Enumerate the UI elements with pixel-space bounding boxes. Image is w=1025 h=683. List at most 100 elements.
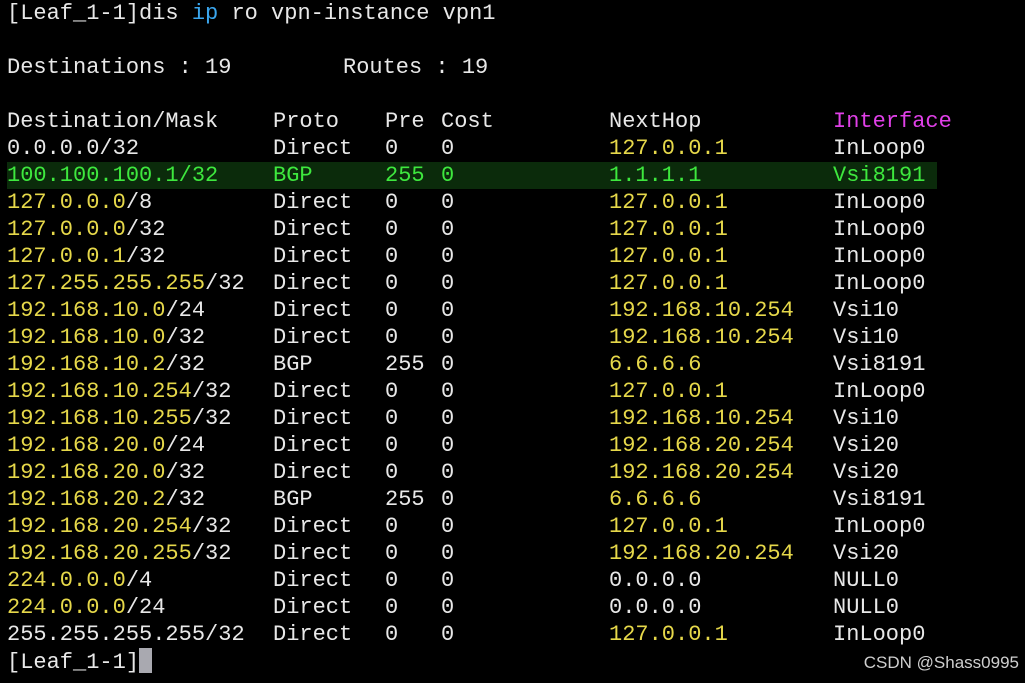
destination-ip: 224.0.0.0	[7, 595, 126, 620]
cost-cell: 0	[441, 406, 455, 431]
pre-cell: 0	[385, 433, 399, 458]
nexthop-cell: 192.168.20.254	[609, 541, 794, 566]
pre-cell: 0	[385, 460, 399, 485]
cost-cell: 0	[441, 244, 455, 269]
destination-cell: 224.0.0.0/4	[7, 567, 152, 594]
table-row: 192.168.10.0/24 Direct 0 0 192.168.10.254 Vsi…	[7, 297, 937, 324]
proto-cell: Direct	[273, 622, 353, 647]
destination-mask: /4	[125, 568, 153, 593]
proto-cell: Direct	[273, 460, 353, 485]
destination-mask: /32	[125, 244, 166, 269]
nexthop-cell: 6.6.6.6	[609, 487, 702, 512]
text-cursor	[139, 648, 153, 673]
table-row: 127.0.0.1/32 Direct 0 0 127.0.0.1 InLoop0	[7, 243, 937, 270]
destination-cell: 127.0.0.0/32	[7, 216, 165, 243]
destination-cell: 192.168.20.255/32	[7, 540, 231, 567]
proto-cell: Direct	[273, 433, 353, 458]
table-row: 192.168.10.255/32 Direct 0 0 192.168.10.254 V…	[7, 405, 937, 432]
destination-mask: /32	[191, 406, 232, 431]
interface-cell: InLoop0	[833, 622, 926, 647]
cost-cell: 0	[441, 217, 455, 242]
interface-cell: InLoop0	[833, 136, 926, 161]
interface-cell: InLoop0	[833, 514, 926, 539]
nexthop-cell: 127.0.0.1	[609, 244, 728, 269]
destination-cell: 192.168.20.254/32	[7, 513, 231, 540]
routes-count: Routes : 19	[343, 55, 489, 80]
destination-ip: 127.0.0.0	[7, 190, 126, 215]
pre-cell: 0	[385, 406, 399, 431]
table-row: 224.0.0.0/24 Direct 0 0 0.0.0.0 NULL0	[7, 594, 937, 621]
footer-prompt-line[interactable]: [Leaf_1-1]	[7, 648, 153, 675]
pre-cell: 0	[385, 514, 399, 539]
proto-cell: Direct	[273, 379, 353, 404]
interface-cell: NULL0	[833, 595, 900, 620]
header-interface: Interface	[833, 109, 952, 134]
table-row: 127.0.0.0/32 Direct 0 0 127.0.0.1 InLoop0	[7, 216, 937, 243]
destination-cell: 192.168.10.0/24	[7, 297, 205, 324]
destination-ip: 127.0.0.1	[7, 244, 126, 269]
destination-ip: 192.168.20.255	[7, 541, 192, 566]
destination-cell: 192.168.20.2/32	[7, 486, 205, 513]
destination-ip: 100.100.100.1	[7, 163, 179, 188]
proto-cell: Direct	[273, 541, 353, 566]
header-nexthop: NextHop	[609, 109, 702, 134]
cost-cell: 0	[441, 622, 455, 647]
destination-mask: /32	[205, 271, 245, 296]
destination-ip: 192.168.20.0	[7, 433, 166, 458]
watermark: CSDN @Shass0995	[863, 653, 1019, 672]
destination-ip: 192.168.20.2	[7, 487, 166, 512]
proto-cell: Direct	[273, 136, 353, 161]
destination-cell: 100.100.100.1/32	[7, 162, 218, 189]
nexthop-cell: 6.6.6.6	[609, 352, 702, 377]
destination-mask: /32	[165, 352, 206, 377]
nexthop-cell: 0.0.0.0	[609, 568, 702, 593]
destination-ip: 192.168.20.0	[7, 460, 166, 485]
nexthop-cell: 127.0.0.1	[609, 217, 728, 242]
pre-cell: 255	[385, 487, 425, 512]
cost-cell: 0	[441, 541, 455, 566]
nexthop-cell: 192.168.10.254	[609, 298, 794, 323]
interface-cell: Vsi10	[833, 406, 900, 431]
proto-cell: Direct	[273, 244, 353, 269]
cost-cell: 0	[441, 298, 455, 323]
proto-cell: Direct	[273, 190, 353, 215]
destination-ip: 192.168.10.255	[7, 406, 192, 431]
pre-cell: 0	[385, 298, 399, 323]
pre-cell: 255	[385, 352, 425, 377]
pre-cell: 0	[385, 244, 399, 269]
proto-cell: Direct	[273, 325, 353, 350]
interface-cell: NULL0	[833, 568, 900, 593]
pre-cell: 0	[385, 568, 399, 593]
nexthop-cell: 192.168.20.254	[609, 460, 794, 485]
header-pre: Pre	[385, 109, 425, 134]
cost-cell: 0	[441, 379, 455, 404]
interface-cell: Vsi8191	[833, 487, 926, 512]
interface-cell: InLoop0	[833, 190, 926, 215]
destination-ip: 192.168.10.0	[7, 325, 166, 350]
terminal-window[interactable]: [Leaf_1-1]dis ip ro vpn-instance vpn1 De…	[0, 0, 1025, 683]
interface-cell: Vsi8191	[833, 163, 926, 188]
interface-cell: Vsi20	[833, 541, 900, 566]
cost-cell: 0	[441, 352, 455, 377]
nexthop-cell: 127.0.0.1	[609, 271, 728, 296]
interface-cell: Vsi10	[833, 325, 900, 350]
table-row: 192.168.20.0/24 Direct 0 0 192.168.20.254 Vsi…	[7, 432, 937, 459]
header-cost: Cost	[441, 109, 494, 134]
table-row: 0.0.0.0/32 Direct 0 0 127.0.0.1 InLoop0	[7, 135, 937, 162]
destination-mask: /24	[165, 433, 206, 458]
interface-cell: InLoop0	[833, 271, 926, 296]
destination-cell: 224.0.0.0/24	[7, 594, 165, 621]
destination-mask: /32	[178, 163, 219, 188]
destination-mask: /32	[165, 487, 206, 512]
nexthop-cell: 127.0.0.1	[609, 379, 728, 404]
summary-line: Destinations : 19 Routes : 19	[7, 54, 488, 81]
destination-ip: 255.255.255.255	[7, 622, 206, 647]
destination-cell: 192.168.10.2/32	[7, 351, 205, 378]
proto-cell: Direct	[273, 568, 353, 593]
destination-ip: 224.0.0.0	[7, 568, 126, 593]
table-row: 192.168.10.2/32 BGP 255 0 6.6.6.6 Vsi8191	[7, 351, 937, 378]
table-row: 127.255.255.255/32 Direct 0 0 127.0.0.1 InLoo…	[7, 270, 937, 297]
header-destination-mask: Destination/Mask	[7, 109, 219, 134]
table-row: 255.255.255.255/32 Direct 0 0 127.0.0.1 InLoo…	[7, 621, 937, 648]
proto-cell: Direct	[273, 217, 353, 242]
